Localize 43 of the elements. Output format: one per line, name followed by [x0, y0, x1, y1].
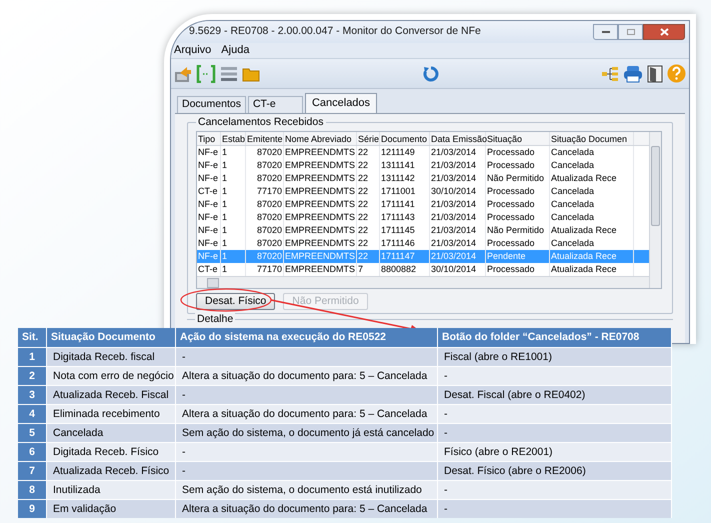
table-cell: Altera a situação do documento para: 5 – Cancelada	[176, 500, 438, 518]
table-cell: 4	[18, 405, 47, 423]
tab[interactable]: Documentos	[177, 96, 246, 113]
vertical-scrollbar[interactable]	[649, 132, 661, 288]
list-icon[interactable]	[220, 64, 238, 82]
menu-item[interactable]: Arquivo	[174, 42, 212, 59]
tree-icon[interactable]	[601, 66, 619, 82]
column-header[interactable]: Estab	[221, 132, 246, 145]
window-title: 9.5629 - RE0708 - 2.00.00.047 - Monitor do Conversor de NFe	[189, 24, 481, 40]
minimize-button[interactable]	[593, 24, 618, 40]
table-cell: 9	[18, 500, 47, 518]
door-icon[interactable]	[647, 64, 663, 82]
column-header[interactable]: Situação	[486, 132, 550, 145]
menu-item[interactable]: Ajuda	[221, 42, 250, 59]
table-cell: 8	[18, 481, 47, 499]
action-button[interactable]: Desat. Físico	[196, 293, 276, 310]
column-header[interactable]: Documento	[380, 132, 430, 145]
table-cell: 5	[18, 424, 47, 442]
table-cell: 6	[18, 443, 47, 461]
column-header[interactable]: Emitente	[246, 132, 284, 145]
refresh-icon[interactable]	[422, 64, 440, 82]
brackets-icon[interactable]	[196, 64, 216, 82]
column-header[interactable]: Situação Documen	[550, 132, 634, 145]
folder-icon[interactable]	[242, 66, 260, 82]
close-button[interactable]	[643, 24, 685, 40]
horizontal-scrollbar[interactable]	[197, 276, 649, 288]
table-cell: Em validação	[47, 500, 176, 518]
tab[interactable]: CT-e	[248, 96, 303, 113]
column-header[interactable]: Nome Abreviado	[284, 132, 357, 145]
group-title: Detalhe	[195, 313, 236, 325]
import-icon[interactable]	[174, 64, 192, 82]
close-icon	[660, 28, 668, 36]
group-title: Cancelamentos Recebidos	[196, 116, 326, 128]
table-cell: -	[438, 500, 672, 518]
table-cell: 1	[18, 348, 47, 366]
table-cell: 2	[18, 367, 47, 385]
column-header[interactable]: Data Emissão	[430, 132, 486, 145]
table-cell: 7	[18, 462, 47, 480]
column-header[interactable]: Série	[357, 132, 380, 145]
tab[interactable]: Cancelados	[304, 93, 378, 113]
table-cell: 3	[18, 386, 47, 404]
column-header[interactable]: Tipo	[197, 132, 221, 145]
printer-icon[interactable]	[623, 64, 643, 82]
